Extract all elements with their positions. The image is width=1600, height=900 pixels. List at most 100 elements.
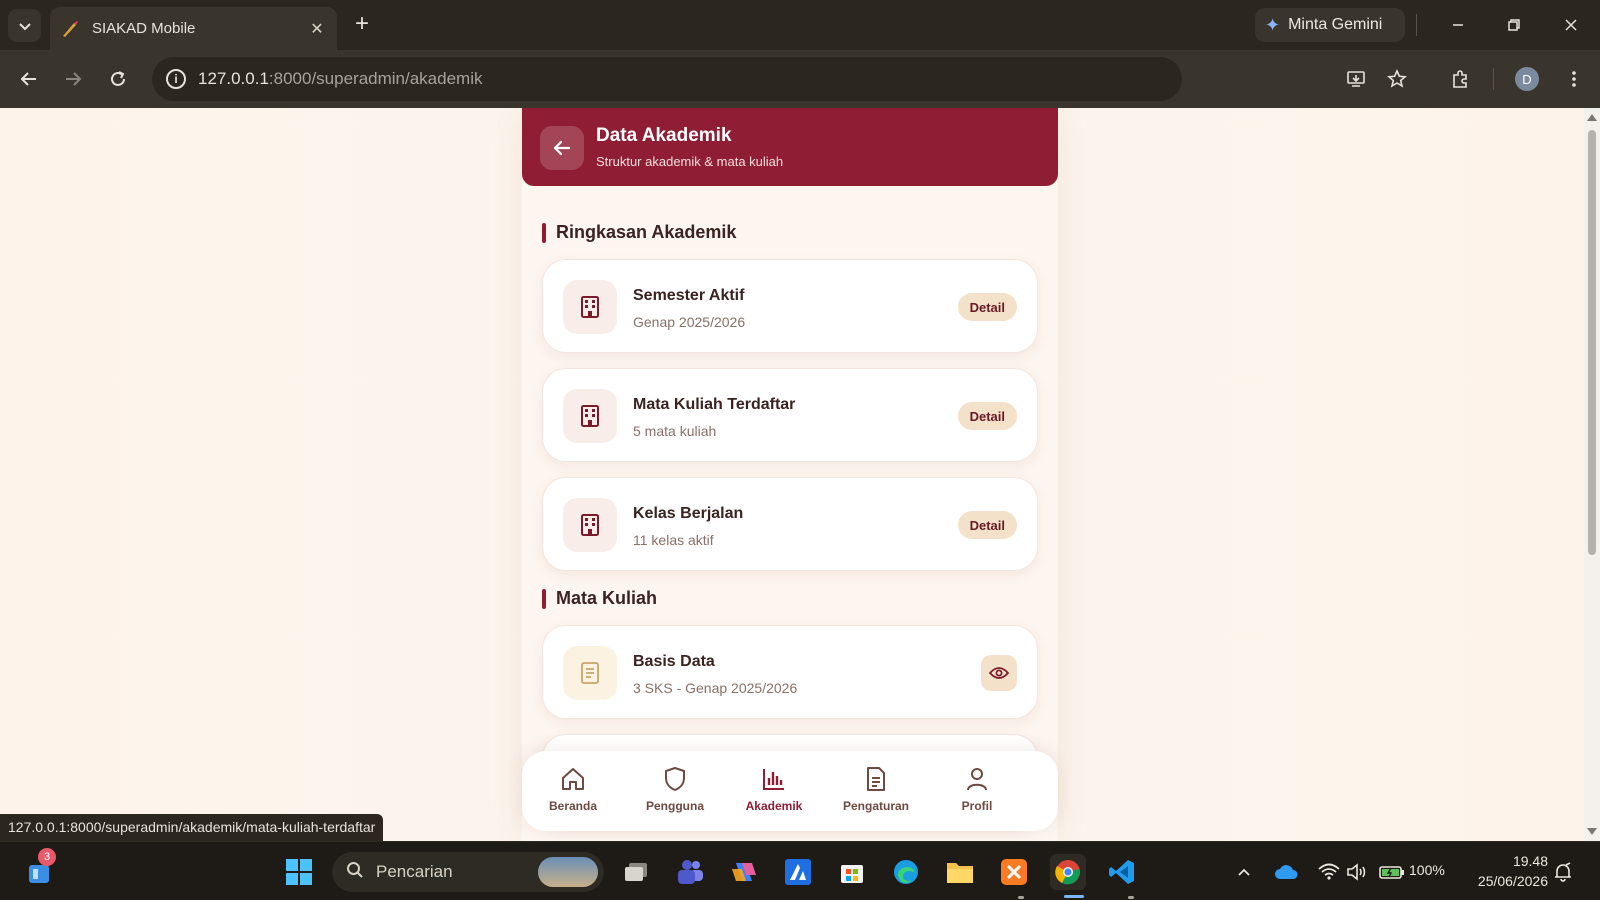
mobile-app-container: Data Akademik Struktur akademik & mata k… [522, 108, 1058, 841]
app-launcher-blue[interactable] [780, 854, 816, 890]
divider [1493, 68, 1494, 90]
vscode-app[interactable] [1104, 854, 1140, 890]
course-title: Basis Data [633, 653, 715, 670]
running-app-indicator [1128, 896, 1134, 899]
microsoft-store-app[interactable] [834, 854, 870, 890]
detail-button[interactable]: Detail [957, 402, 1017, 430]
chrome-app[interactable] [1050, 854, 1086, 890]
section-accent-bar [542, 588, 546, 609]
nav-item-pengguna[interactable]: Pengguna [630, 765, 720, 813]
arrow-right-icon [66, 72, 82, 86]
forward-nav-button[interactable] [57, 63, 89, 95]
notifications-button[interactable] [1550, 854, 1576, 890]
view-course-button[interactable] [981, 655, 1017, 691]
back-button[interactable] [540, 126, 584, 170]
summary-card-semester[interactable]: Semester Aktif Genap 2025/2026 Detail [542, 259, 1038, 353]
store-icon [841, 865, 863, 883]
copilot-app[interactable] [726, 854, 762, 890]
edge-app[interactable] [888, 854, 924, 890]
address-bar[interactable]: i 127.0.0.1:8000/superadmin/akademik [152, 57, 1182, 101]
page-viewport: Data Akademik Struktur akademik & mata k… [0, 108, 1584, 841]
course-card[interactable]: Basis Data 3 SKS - Genap 2025/2026 [542, 625, 1038, 719]
card-subtitle: 11 kelas aktif [633, 532, 714, 548]
task-view-button[interactable] [618, 854, 654, 890]
summary-card-kelas[interactable]: Kelas Berjalan 11 kelas aktif Detail [542, 477, 1038, 571]
bell-icon [1555, 862, 1571, 882]
azure-app-icon [785, 859, 811, 885]
search-icon [346, 861, 364, 884]
building-icon [563, 280, 617, 334]
edge-icon [894, 860, 918, 884]
bar-chart-icon [761, 765, 787, 793]
eye-icon [989, 667, 1009, 679]
card-title: Kelas Berjalan [633, 505, 744, 522]
back-nav-button[interactable] [13, 63, 45, 95]
tab-search-button[interactable] [8, 9, 41, 42]
taskbar-search[interactable]: Pencarian [332, 852, 604, 892]
nav-item-akademik[interactable]: Akademik [729, 765, 819, 813]
file-explorer-app[interactable] [942, 854, 978, 890]
page-scrollbar[interactable] [1584, 108, 1600, 841]
scroll-down-arrow-icon[interactable] [1587, 828, 1597, 835]
minimize-button[interactable] [1440, 10, 1476, 40]
browser-tab[interactable]: SIAKAD Mobile ✕ [50, 7, 337, 50]
install-icon [1347, 71, 1365, 87]
puzzle-icon [1453, 70, 1467, 88]
nav-label: Beranda [548, 799, 598, 813]
browser-tab-bar: SIAKAD Mobile ✕ + ✦ Minta Gemini [0, 0, 1600, 50]
card-title: Semester Aktif [633, 287, 745, 304]
nav-label: Pengaturan [842, 799, 909, 813]
restore-button[interactable] [1496, 10, 1532, 40]
site-info-icon[interactable]: i [166, 69, 186, 89]
card-subtitle: 5 mata kuliah [633, 423, 717, 439]
profile-avatar[interactable]: D [1515, 67, 1539, 91]
onedrive-tray[interactable] [1272, 854, 1300, 890]
browser-toolbar: i 127.0.0.1:8000/superadmin/akademik D [0, 50, 1600, 108]
card-subtitle: Genap 2025/2026 [633, 314, 746, 330]
page-subtitle: Struktur akademik & mata kuliah [596, 154, 784, 169]
nav-item-profil[interactable]: Profil [932, 765, 1022, 813]
reload-button[interactable] [102, 63, 134, 95]
nav-item-beranda[interactable]: Beranda [528, 765, 618, 813]
restore-icon [1508, 19, 1520, 31]
bookmark-button[interactable] [1381, 63, 1413, 95]
detail-button[interactable]: Detail [957, 511, 1017, 539]
browser-menu-button[interactable] [1558, 63, 1590, 95]
tab-title: SIAKAD Mobile [92, 20, 196, 37]
extensions-button[interactable] [1444, 63, 1476, 95]
scrollbar-thumb[interactable] [1588, 130, 1596, 555]
shield-icon [663, 765, 687, 793]
section-summary-heading: Ringkasan Akademik [542, 222, 736, 243]
gemini-sparkle-icon: ✦ [1265, 14, 1281, 35]
section-title: Ringkasan Akademik [556, 222, 737, 242]
close-icon [1565, 19, 1577, 31]
link-status-bar: 127.0.0.1:8000/superadmin/akademik/mata-… [0, 814, 384, 842]
teams-app[interactable] [672, 854, 708, 890]
scroll-up-arrow-icon[interactable] [1587, 114, 1597, 121]
wifi-tray[interactable] [1316, 854, 1342, 890]
nav-item-pengaturan[interactable]: Pengaturan [831, 765, 921, 813]
url-text: 127.0.0.1:8000/superadmin/akademik [198, 69, 483, 88]
summary-card-mata-kuliah[interactable]: Mata Kuliah Terdaftar 5 mata kuliah Deta… [542, 368, 1038, 462]
clock-time: 19.48 [1512, 853, 1548, 869]
install-app-button[interactable] [1340, 63, 1372, 95]
card-title: Mata Kuliah Terdaftar [633, 396, 796, 413]
gemini-button[interactable]: ✦ Minta Gemini [1255, 8, 1405, 42]
clock[interactable]: 19.48 25/06/2026 [1466, 851, 1548, 891]
show-hidden-icons-button[interactable] [1232, 854, 1256, 890]
gemini-label: Minta Gemini [1288, 16, 1383, 33]
active-app-indicator [1064, 895, 1084, 898]
volume-tray[interactable] [1344, 854, 1370, 890]
close-window-button[interactable] [1553, 10, 1589, 40]
battery-tray[interactable] [1378, 854, 1406, 890]
detail-button[interactable]: Detail [957, 293, 1017, 321]
divider [1416, 14, 1417, 36]
start-button[interactable] [281, 854, 317, 890]
new-tab-button[interactable]: + [355, 12, 369, 36]
home-icon [560, 765, 586, 793]
windows-logo-icon [286, 859, 312, 885]
tab-close-icon[interactable]: ✕ [307, 19, 327, 39]
arrow-left-icon [553, 140, 571, 156]
vscode-icon [1109, 860, 1134, 884]
xampp-app[interactable] [996, 854, 1032, 890]
